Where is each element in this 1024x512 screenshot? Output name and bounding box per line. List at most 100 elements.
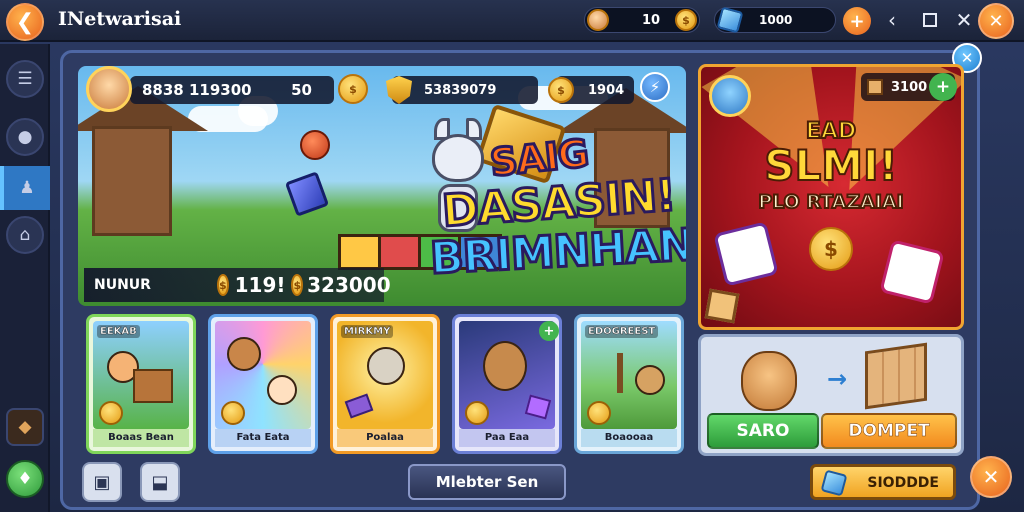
add-currency-button[interactable]: + xyxy=(843,7,871,35)
arrow-right-icon: → xyxy=(827,365,848,393)
card-tag: EDOGREEST xyxy=(585,325,659,338)
gem-icon xyxy=(820,469,848,497)
coin-icon: $ xyxy=(809,227,853,271)
card-name: Boaooaa xyxy=(581,429,677,447)
level-value-2: 323000 xyxy=(307,273,391,297)
crate-icon xyxy=(865,342,927,410)
card-tag: MIRKMY xyxy=(341,325,394,338)
person-icon: ● xyxy=(17,127,33,147)
plus-icon: + xyxy=(935,77,951,97)
boost-button[interactable]: ⚡ xyxy=(640,72,670,102)
green-gem-icon: ♦ xyxy=(17,469,33,489)
save-icon: ⬓ xyxy=(151,471,169,493)
close-app-button[interactable]: ✕ xyxy=(978,3,1014,39)
close-icon: ✕ xyxy=(988,10,1004,32)
character-cards: EEKAB Boaas Bean Fata Eata MIRKMY Poalaa… xyxy=(82,314,688,454)
gem-stat-value: 53839079 xyxy=(424,82,497,98)
coin-icon: $ xyxy=(675,9,697,31)
character-icon xyxy=(227,337,261,371)
arrow-left-icon: ❮ xyxy=(15,9,35,35)
center-button[interactable]: Mlebter Sen xyxy=(408,464,566,500)
menu-icon: ☰ xyxy=(17,69,33,89)
promo-tile-icon xyxy=(713,221,779,287)
palm-tree xyxy=(617,353,623,393)
card-name: Boaas Bean xyxy=(93,429,189,447)
home-button[interactable]: ⌂ xyxy=(6,216,44,254)
coin-icon: $ xyxy=(548,77,574,103)
card-3[interactable]: MIRKMY Poalaa xyxy=(330,314,440,454)
player-avatar[interactable] xyxy=(86,66,132,112)
red-orb-icon xyxy=(300,130,330,160)
siodde-button[interactable]: SIODDDE xyxy=(810,464,956,500)
coin-icon: $ xyxy=(291,274,304,296)
chest-button[interactable]: ◆ xyxy=(6,408,44,446)
gem-stat-pill: 53839079 xyxy=(386,76,538,104)
close-footer-button[interactable]: ✕ xyxy=(970,456,1012,498)
player-stats-right: 50 xyxy=(291,81,312,99)
card-tag: EEKAB xyxy=(97,325,140,338)
menu-button[interactable]: ☰ xyxy=(6,60,44,98)
hut-left xyxy=(92,126,172,236)
friends-button[interactable]: ♟ xyxy=(0,166,50,210)
coin-icon xyxy=(465,401,489,425)
home-icon: ⌂ xyxy=(19,225,31,245)
promo-tile-icon xyxy=(879,239,945,305)
promo-add-button[interactable]: + xyxy=(929,73,957,101)
dog-character xyxy=(741,351,797,411)
save-button[interactable]: ⬓ xyxy=(140,462,180,502)
purple-gem-icon xyxy=(284,171,330,217)
back-button[interactable]: ❮ xyxy=(6,3,44,41)
saro-button[interactable]: SARO xyxy=(707,413,819,449)
inventory-icon: ▣ xyxy=(93,471,111,493)
chest-icon: ◆ xyxy=(18,417,32,437)
card-2[interactable]: Fata Eata xyxy=(208,314,318,454)
coin-icon: $ xyxy=(338,74,368,104)
trade-panel: → SARO DOMPET xyxy=(698,334,964,456)
level-bar: NUNUR $ 119! $ 323000 xyxy=(84,268,391,302)
window-maximize-button[interactable] xyxy=(918,8,942,32)
dompet-button[interactable]: DOMPET xyxy=(821,413,957,449)
window-close-icon[interactable]: ✕ xyxy=(952,8,976,32)
gem-icon xyxy=(716,6,744,34)
app-title: INetwarisai xyxy=(58,8,182,30)
card-5[interactable]: EDOGREEST Boaooaa xyxy=(574,314,684,454)
inventory-button[interactable]: ▣ xyxy=(82,462,122,502)
promo-banner[interactable]: 3100 + EAD SLMI! PLO RTAZAIAI $ xyxy=(698,64,964,330)
coin-icon xyxy=(99,401,123,425)
sidebar: ☰ ● ♟ ⌂ ◆ ♦ xyxy=(0,44,50,512)
card-name: Fata Eata xyxy=(215,429,311,447)
promo-avatar xyxy=(709,75,751,117)
player-stats-left: 8838 119300 xyxy=(142,81,252,99)
currency-a-value: 10 xyxy=(641,12,661,28)
gem-shop-button[interactable]: ♦ xyxy=(6,460,44,498)
chevron-left-icon[interactable]: ‹ xyxy=(880,8,904,32)
currency-a-pill: 10 $ xyxy=(584,7,700,33)
top-bar: ❮ INetwarisai 10 $ 1000 + ‹ ✕ ✕ xyxy=(0,0,1024,42)
character-icon xyxy=(367,347,405,385)
avatar-coin-icon xyxy=(587,9,609,31)
character-icon xyxy=(483,341,527,391)
card-4[interactable]: + Paa Eaa xyxy=(452,314,562,454)
coin-stat-value: 1904 xyxy=(588,82,625,98)
player-stats-pill: 8838 119300 50 xyxy=(130,76,334,104)
crate-icon xyxy=(867,79,883,95)
promo-price: 3100 xyxy=(891,79,928,95)
promo-line2: SLMI! xyxy=(763,140,899,191)
card-name: Paa Eaa xyxy=(459,429,555,447)
promo-line3: PLO RTAZAIAI xyxy=(757,190,904,214)
crate-icon xyxy=(133,369,173,403)
character-icon xyxy=(635,365,665,395)
level-value-1: 119! xyxy=(234,273,286,297)
card-name: Poalaa xyxy=(337,429,433,447)
plus-icon: + xyxy=(543,323,555,339)
friends-icon: ♟ xyxy=(19,178,35,198)
coin-stat-pill: $ 1904 xyxy=(548,76,634,104)
currency-b-pill: 1000 xyxy=(714,6,836,34)
card-1[interactable]: EEKAB Boaas Bean xyxy=(86,314,196,454)
add-card-button[interactable]: + xyxy=(539,321,559,341)
level-label: NUNUR xyxy=(94,277,151,293)
plus-icon: + xyxy=(849,10,865,32)
coin-icon xyxy=(587,401,611,425)
coin-icon xyxy=(221,401,245,425)
profile-button[interactable]: ● xyxy=(6,118,44,156)
